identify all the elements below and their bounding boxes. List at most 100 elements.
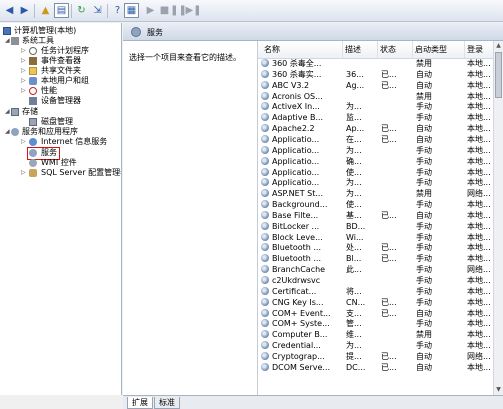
- service-name: Credential...: [272, 341, 321, 351]
- list-header: 名称 描述 状态 启动类型 登录: [258, 41, 495, 59]
- table-row[interactable]: Base Filte... 基... 已... 自动 本地...: [258, 210, 494, 221]
- service-logon: 本地...: [467, 200, 491, 210]
- service-gear-icon: [261, 113, 269, 122]
- show-hide-tree-icon[interactable]: ▤: [54, 3, 69, 18]
- column-header-startup-type[interactable]: 启动类型: [413, 41, 465, 58]
- table-row[interactable]: Applicatio... 确... 手动 本地...: [258, 156, 494, 167]
- table-row[interactable]: BitLocker ... BD... 手动 本地...: [258, 221, 494, 232]
- table-row[interactable]: COM+ Syste... 管... 手动 本地...: [258, 318, 494, 329]
- table-row[interactable]: CNG Key Is... CN... 已... 手动 本地...: [258, 297, 494, 308]
- service-status: 已...: [381, 351, 397, 361]
- expand-icon[interactable]: ▷: [21, 56, 27, 66]
- service-startup-type: 手动: [416, 221, 432, 231]
- service-gear-icon: [261, 362, 269, 371]
- storage-icon: [11, 108, 19, 116]
- service-startup-type: 手动: [416, 156, 432, 166]
- service-name: 360 杀毒全...: [272, 59, 322, 68]
- expand-icon[interactable]: ▷: [21, 86, 27, 96]
- service-logon: 本地...: [467, 308, 491, 318]
- help-icon[interactable]: ?: [110, 3, 125, 18]
- service-gear-icon: [261, 59, 269, 67]
- vertical-scrollbar[interactable]: ▲ ▼: [493, 41, 503, 395]
- table-row[interactable]: 360 杀毒全... 禁用 本地...: [258, 58, 494, 69]
- table-row[interactable]: ASP.NET St... 为... 禁用 网络...: [258, 188, 494, 199]
- table-row[interactable]: Cryptograp... 提... 已... 自动 网络...: [258, 351, 494, 362]
- scroll-down-icon[interactable]: ▼: [494, 385, 503, 395]
- tab-extended[interactable]: 扩展: [127, 397, 153, 409]
- table-row[interactable]: Block Leve... Wi... 手动 本地...: [258, 232, 494, 243]
- description-pane: 选择一个项目来查看它的描述。: [123, 41, 257, 395]
- service-startup-type: 手动: [416, 232, 432, 242]
- scroll-up-icon[interactable]: ▲: [494, 41, 503, 51]
- column-header-description[interactable]: 描述: [343, 41, 378, 58]
- service-startup-type: 手动: [416, 113, 432, 123]
- table-row[interactable]: Applicatio... 为... 手动 本地...: [258, 177, 494, 188]
- table-row[interactable]: BranchCache 此... 手动 网络...: [258, 264, 494, 275]
- table-row[interactable]: ABC V3.2 Ag... 已... 自动 本地...: [258, 80, 494, 91]
- service-gear-icon: [261, 80, 269, 89]
- up-folder-icon[interactable]: ▲: [38, 3, 53, 18]
- table-row[interactable]: Applicatio... 为... 手动 本地...: [258, 145, 494, 156]
- table-row[interactable]: Acronis OS... 禁用 本地...: [258, 91, 494, 102]
- scrollbar-thumb[interactable]: [495, 52, 502, 98]
- service-description: 维...: [346, 330, 362, 340]
- service-description: 此...: [346, 265, 362, 275]
- table-row[interactable]: ActiveX In... 为... 手动 本地...: [258, 101, 494, 112]
- expand-icon[interactable]: ▷: [21, 168, 27, 178]
- table-row[interactable]: Certificat... 将... 手动 本地...: [258, 286, 494, 297]
- table-row[interactable]: Credential... 为... 手动 本地...: [258, 340, 494, 351]
- expand-icon[interactable]: ▷: [21, 66, 27, 76]
- clock-icon: [29, 47, 37, 55]
- refresh-icon[interactable]: ↻: [74, 3, 89, 18]
- table-row[interactable]: Applicatio... 在... 已... 自动 本地...: [258, 134, 494, 145]
- service-status: 已...: [381, 69, 397, 79]
- table-row[interactable]: Apache2.2 Ap... 已... 自动 本地...: [258, 123, 494, 134]
- column-header-name[interactable]: 名称: [258, 41, 343, 58]
- play-icon[interactable]: ▶: [143, 3, 158, 18]
- column-header-status[interactable]: 状态: [378, 41, 413, 58]
- table-row[interactable]: DCOM Serve... DC... 已... 自动 本地...: [258, 362, 494, 373]
- table-row[interactable]: Applicatio... 使... 手动 本地...: [258, 167, 494, 178]
- restart-icon[interactable]: ▶❚: [185, 3, 201, 18]
- page-title: 服务: [147, 28, 163, 37]
- table-row[interactable]: Computer B... 维... 禁用 本地...: [258, 329, 494, 340]
- service-logon: 本地...: [467, 167, 491, 177]
- table-row[interactable]: 360 杀毒实... 36... 已... 自动 本地...: [258, 69, 494, 80]
- expand-icon[interactable]: ▷: [21, 46, 27, 56]
- service-name: Computer B...: [272, 330, 328, 340]
- service-gear-icon: [261, 308, 269, 317]
- expand-icon[interactable]: ▷: [21, 76, 27, 86]
- tab-standard[interactable]: 标准: [154, 397, 180, 409]
- service-description: 确...: [346, 156, 362, 166]
- service-description: 为...: [346, 341, 362, 351]
- export-icon[interactable]: ⇲: [90, 3, 105, 18]
- service-name: Cryptograp...: [272, 351, 325, 361]
- back-icon[interactable]: ◀: [2, 3, 17, 18]
- table-row[interactable]: Bluetooth ... Bl... 已... 手动 本地...: [258, 253, 494, 264]
- table-row[interactable]: c2Ukdrwsvc 手动 本地...: [258, 275, 494, 286]
- properties-icon[interactable]: ▦: [124, 3, 139, 18]
- service-logon: 本地...: [467, 145, 491, 155]
- service-startup-type: 自动: [416, 210, 432, 220]
- expand-icon[interactable]: ▷: [21, 137, 27, 147]
- tree-label: 磁盘管理: [41, 117, 73, 126]
- table-row[interactable]: Bluetooth ... 处... 已... 手动 本地...: [258, 242, 494, 253]
- table-row[interactable]: Background... 使... 手动 本地...: [258, 199, 494, 210]
- service-gear-icon: [261, 254, 269, 263]
- tree-label: Internet 信息服务: [41, 137, 108, 146]
- service-name: c2Ukdrwsvc: [272, 276, 321, 285]
- service-status: 已...: [381, 297, 397, 307]
- service-logon: 本地...: [467, 113, 491, 123]
- service-gear-icon: [261, 102, 269, 111]
- service-status: 已...: [381, 243, 397, 253]
- table-row[interactable]: Adaptive B... 监... 手动 本地...: [258, 112, 494, 123]
- forward-icon[interactable]: ▶: [17, 3, 32, 18]
- table-row[interactable]: COM+ Event... 支... 已... 自动 本地...: [258, 308, 494, 319]
- service-startup-type: 手动: [416, 341, 432, 351]
- pause-icon[interactable]: ❚❚: [170, 3, 187, 18]
- service-description: 为...: [346, 145, 362, 155]
- service-startup-type: 手动: [416, 319, 432, 329]
- column-header-logon[interactable]: 登录: [465, 41, 495, 58]
- service-description: 基...: [346, 210, 362, 220]
- service-startup-type: 自动: [416, 351, 432, 361]
